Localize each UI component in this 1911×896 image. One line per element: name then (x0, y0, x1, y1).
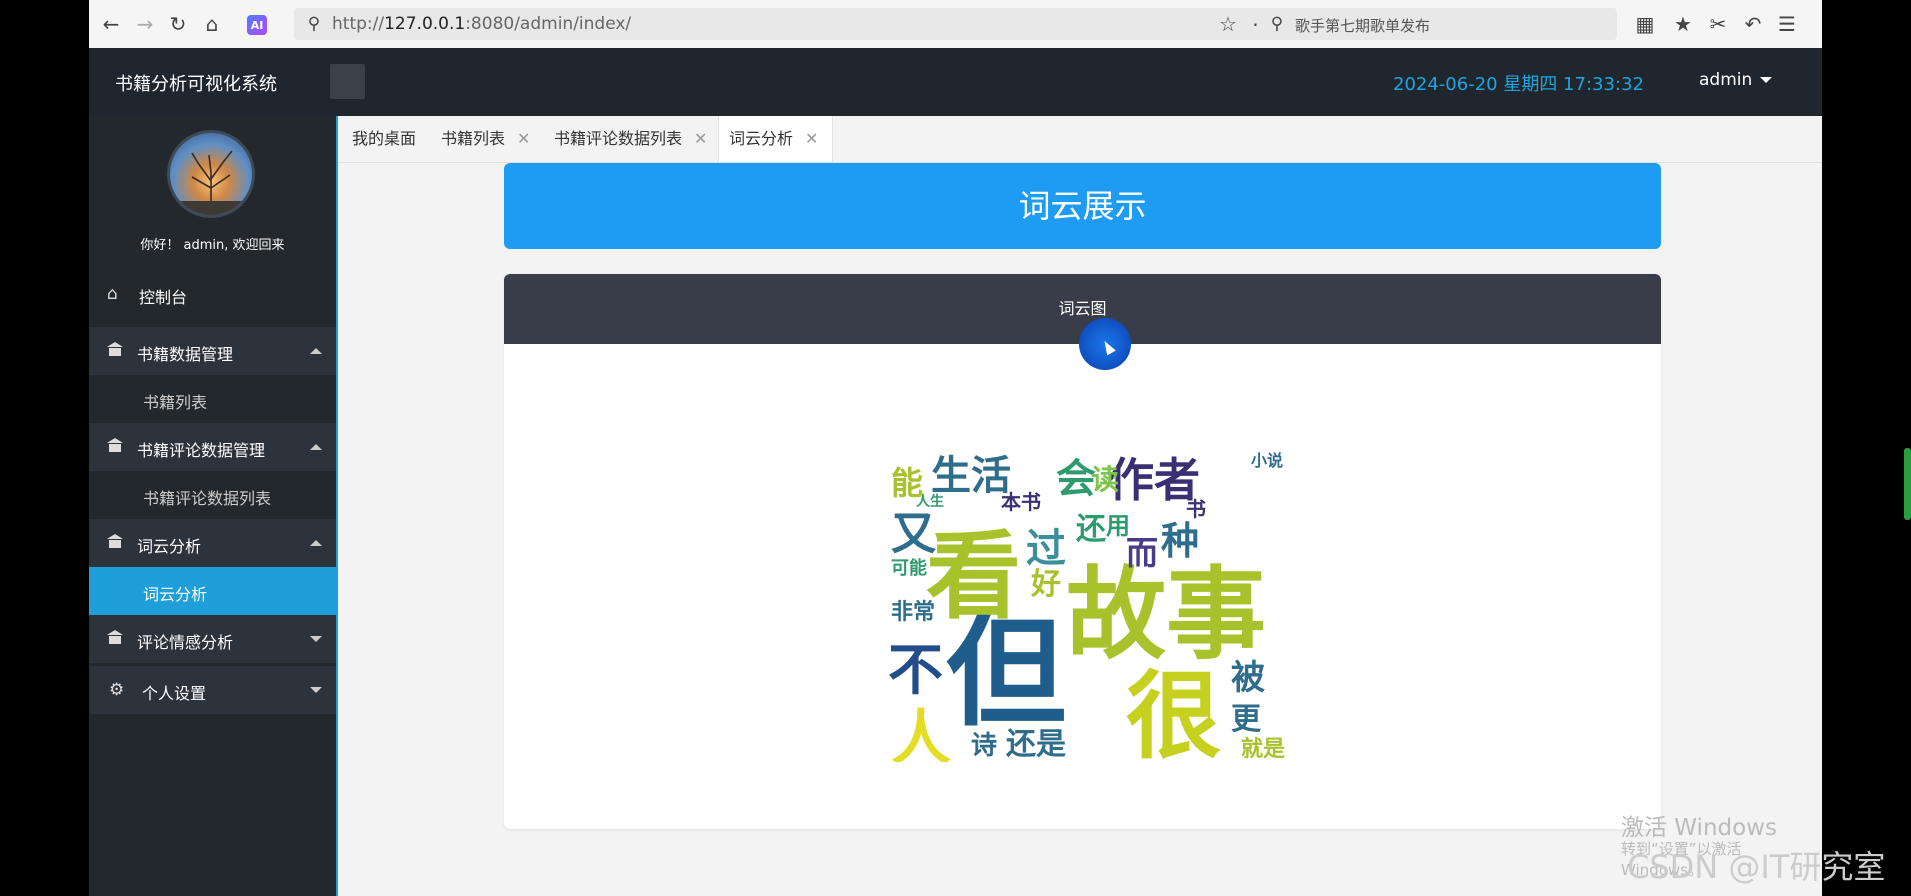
undo-icon[interactable]: ↶ (1741, 12, 1765, 36)
sidebar: 你好！ admin, 欢迎回来 ⌂ 控制台 书籍数据管理 书籍列表 书籍评论数据… (89, 116, 336, 896)
sidebar-item-label: 书籍列表 (143, 393, 208, 412)
browser-window: ← → ↻ ⌂ AI ⚲ http://127.0.0.1:8080/admin… (89, 0, 1822, 896)
search-icon: ⚲ (1270, 14, 1284, 34)
tab-bar: 我的桌面 书籍列表 ✕ 书籍评论数据列表 ✕ 词云分析 ✕ (338, 116, 1822, 163)
sidebar-item-book-data[interactable]: 书籍数据管理 (89, 327, 336, 375)
wordcloud-word: 很 (1126, 662, 1221, 762)
sidebar-item-label: 词云分析 (143, 585, 208, 604)
bank-icon (107, 629, 127, 649)
ai-assistant-icon[interactable]: AI (247, 15, 267, 35)
wordcloud-image: 故事 但 看 很 人 不 作者 生活 会 读 能 又 过 种 而 小说 还是 被… (886, 444, 1297, 762)
welcome-text: 你好！ admin, 欢迎回来 (140, 238, 285, 253)
wordcloud-word: 看 (926, 522, 1021, 632)
sidebar-item-label: 评论情感分析 (137, 633, 234, 652)
wordcloud-word: 过 (1026, 526, 1066, 572)
bank-icon (107, 341, 127, 361)
wordcloud-word: 被 (1231, 658, 1265, 698)
forward-icon[interactable]: → (133, 12, 157, 36)
avatar (167, 130, 255, 218)
reload-icon[interactable]: ↻ (166, 12, 190, 36)
menu-icon[interactable]: ☰ (1775, 12, 1799, 36)
url-text[interactable]: http://127.0.0.1:8080/admin/index/ (332, 14, 631, 34)
wordcloud-word: 就是 (1241, 736, 1285, 762)
main-content: 我的桌面 书籍列表 ✕ 书籍评论数据列表 ✕ 词云分析 ✕ 词云展示 词云图 故事 但… (336, 116, 1822, 896)
bank-icon (107, 533, 127, 553)
browser-toolbar: ← → ↻ ⌂ AI ⚲ http://127.0.0.1:8080/admin… (89, 0, 1822, 49)
chevron-down-icon (1760, 77, 1773, 83)
sidebar-item-wordcloud-group[interactable]: 词云分析 (89, 519, 336, 567)
bank-icon (107, 437, 127, 457)
sidebar-item-comment-list[interactable]: 书籍评论数据列表 (89, 471, 336, 519)
user-menu[interactable]: admin (1699, 70, 1773, 90)
sidebar-toggle-button[interactable] (330, 64, 365, 99)
gear-icon: ⚙ (109, 680, 125, 700)
wordcloud-word: 而 (1126, 534, 1158, 572)
address-bar[interactable]: ⚲ http://127.0.0.1:8080/admin/index/ ☆ ⋯ (294, 8, 1299, 40)
close-icon[interactable]: ✕ (517, 129, 530, 148)
home-icon[interactable]: ⌂ (200, 12, 224, 36)
wordcloud-word: 还 (1076, 512, 1107, 547)
favorites-icon[interactable]: ★ (1671, 12, 1695, 36)
sidebar-item-label: 书籍数据管理 (137, 345, 234, 364)
wordcloud-word: 又 (891, 507, 936, 560)
datetime-display: 2024-06-20 星期四 17:33:32 (1393, 74, 1644, 95)
sidebar-item-dashboard[interactable]: ⌂ 控制台 (89, 270, 336, 318)
tab-desktop[interactable]: 我的桌面 (352, 116, 442, 162)
chevron-down-icon (310, 687, 322, 693)
chevron-up-icon (310, 540, 322, 546)
wordcloud-word: 种 (1161, 519, 1199, 563)
wordcloud-word: 小说 (1251, 451, 1283, 470)
wordcloud-word: 用 (1106, 512, 1130, 540)
sidebar-item-settings[interactable]: ⚙ 个人设置 (89, 666, 336, 714)
grid-icon[interactable]: ▦ (1633, 12, 1657, 36)
chevron-up-icon (310, 444, 322, 450)
chevron-down-icon (310, 636, 322, 642)
wordcloud-word: 非常 (891, 599, 935, 625)
sidebar-item-label: 书籍评论数据管理 (137, 441, 266, 460)
wordcloud-word: 不 (888, 638, 943, 702)
star-icon[interactable]: ☆ (1216, 12, 1240, 36)
back-icon[interactable]: ← (99, 12, 123, 36)
search-placeholder[interactable]: 歌手第七期歌单发布 (1295, 15, 1430, 36)
chevron-up-icon (310, 348, 322, 354)
sidebar-item-label: 书籍评论数据列表 (143, 489, 272, 508)
wordcloud-word: 生活 (931, 453, 1011, 499)
wordcloud-word: 还是 (1006, 727, 1066, 762)
app-title: 书籍分析可视化系统 (115, 74, 277, 95)
wordcloud-word: 读 (1091, 463, 1119, 496)
sidebar-item-book-list[interactable]: 书籍列表 (89, 375, 336, 423)
sidebar-item-sentiment[interactable]: 评论情感分析 (89, 615, 336, 663)
tab-wordcloud[interactable]: 词云分析 ✕ (718, 116, 833, 162)
search-icon: ⚲ (307, 14, 321, 34)
wordcloud-word: 诗 (971, 731, 997, 761)
scissors-icon[interactable]: ✂ (1706, 12, 1730, 36)
sidebar-item-wordcloud[interactable]: 词云分析 (89, 567, 336, 615)
tab-book-list[interactable]: 书籍列表 ✕ (441, 116, 539, 162)
wordcloud-word: 书 (1186, 497, 1206, 521)
browser-search-bar[interactable]: ⚲ 歌手第七期歌单发布 (1257, 8, 1617, 40)
home-icon: ⌂ (107, 284, 118, 304)
csdn-watermark: CSDN @IT研究室 (1627, 848, 1886, 886)
scroll-handle[interactable] (1904, 448, 1911, 520)
close-icon[interactable]: ✕ (694, 129, 707, 148)
wordcloud-word: 好 (1030, 567, 1061, 602)
sidebar-item-label: 个人设置 (142, 684, 207, 703)
wordcloud-card: 词云图 故事 但 看 很 人 不 作者 生活 会 读 能 又 过 种 而 小说 (504, 274, 1661, 829)
wordcloud-word: 人 (891, 704, 951, 762)
sidebar-item-comment-data[interactable]: 书籍评论数据管理 (89, 423, 336, 471)
page-title-banner: 词云展示 (504, 163, 1661, 249)
tab-comment-list[interactable]: 书籍评论数据列表 ✕ (554, 116, 716, 162)
wordcloud-word: 本书 (1001, 490, 1041, 514)
wordcloud-word: 更 (1231, 702, 1262, 737)
sidebar-item-label: 词云分析 (137, 537, 202, 556)
close-icon[interactable]: ✕ (805, 129, 818, 148)
sidebar-item-label: 控制台 (139, 288, 188, 307)
wordcloud-word: 人生 (916, 493, 944, 510)
wordcloud-word: 故事 (1066, 556, 1266, 673)
wordcloud-word: 会 (1056, 456, 1096, 502)
app-header: 书籍分析可视化系统 2024-06-20 星期四 17:33:32 admin (89, 48, 1822, 116)
windows-activation-watermark: 激活 Windows (1621, 815, 1777, 841)
wordcloud-word: 可能 (891, 557, 927, 579)
